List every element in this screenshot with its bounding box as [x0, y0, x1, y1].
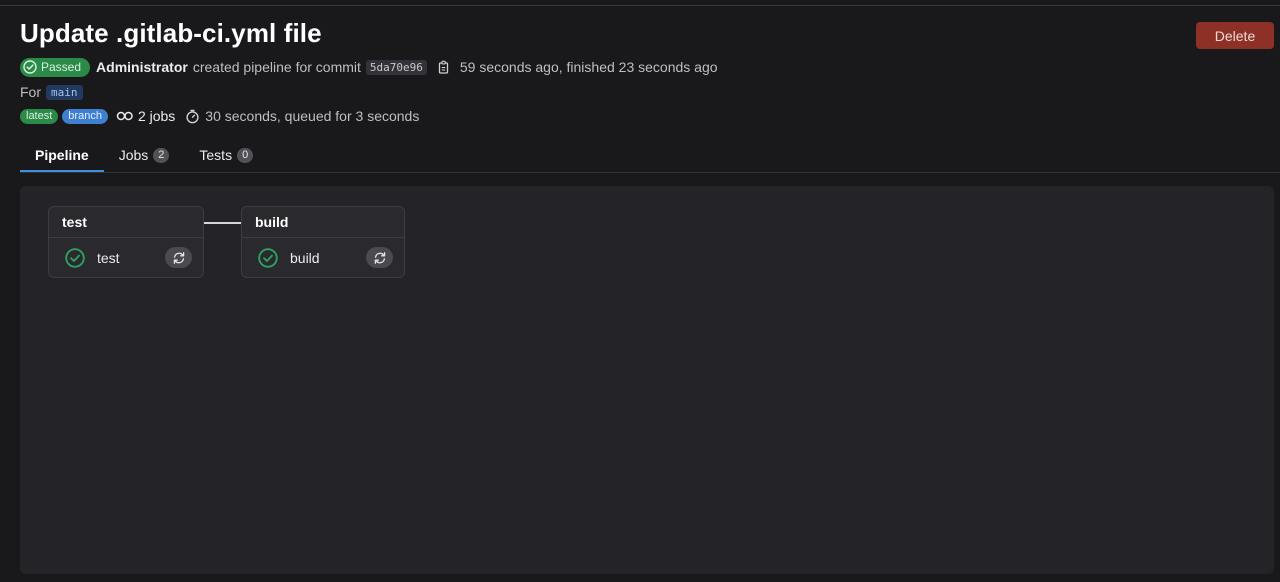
jobs-count-badge: 2 [153, 147, 170, 163]
pipeline-tabs: Pipeline Jobs 2 Tests 0 [20, 138, 268, 172]
status-label: Passed [41, 60, 82, 74]
tests-count-badge: 0 [237, 147, 254, 163]
ref-row: For main [20, 83, 83, 101]
stage-title: build [242, 207, 404, 238]
stage-connector [204, 222, 241, 224]
jobs-count: 2 jobs [116, 108, 175, 124]
stage-build: build build [241, 206, 405, 278]
job-build[interactable]: build [242, 238, 404, 277]
copy-icon[interactable] [437, 60, 451, 74]
status-badge[interactable]: Passed [20, 57, 91, 77]
tab-label: Pipeline [35, 147, 89, 163]
tab-label: Jobs [118, 147, 149, 163]
delete-button[interactable]: Delete [1196, 22, 1274, 49]
badges-row: latest branch 2 jobs 30 seconds, queued … [20, 107, 419, 125]
branch-badge: branch [62, 108, 108, 124]
page-title: Update .gitlab-ci.yml file [20, 18, 322, 48]
branch-ref[interactable]: main [46, 84, 83, 100]
job-name: test [97, 249, 120, 266]
pipeline-summary: Passed Administrator created pipeline fo… [20, 57, 718, 77]
timer-icon [186, 109, 199, 123]
success-icon [255, 247, 281, 268]
pipeline-jobs-icon [116, 111, 133, 121]
author-link[interactable]: Administrator [96, 59, 188, 75]
duration: 30 seconds, queued for 3 seconds [185, 108, 419, 124]
top-divider [0, 5, 1280, 6]
tab-tests[interactable]: Tests 0 [184, 138, 268, 172]
job-name: build [290, 249, 320, 266]
check-circle-icon [23, 60, 37, 74]
jobs-count-label: 2 jobs [137, 108, 176, 124]
for-label: For [20, 84, 41, 100]
retry-icon[interactable] [366, 247, 393, 268]
tabs-divider [20, 172, 1280, 173]
pipeline-graph: test test build build [20, 186, 1274, 574]
retry-icon[interactable] [165, 247, 192, 268]
tab-jobs[interactable]: Jobs 2 [104, 138, 185, 172]
commit-sha[interactable]: 5da70e96 [365, 59, 427, 75]
created-text: created pipeline for commit [192, 59, 361, 75]
tab-pipeline[interactable]: Pipeline [20, 138, 104, 172]
tab-label: Tests [199, 147, 233, 163]
stage-test: test test [48, 206, 204, 278]
success-icon [62, 247, 88, 268]
duration-text: 30 seconds, queued for 3 seconds [205, 108, 420, 124]
stage-title: test [49, 207, 203, 238]
time-text: 59 seconds ago, finished 23 seconds ago [459, 59, 718, 75]
latest-badge: latest [20, 108, 59, 124]
job-test[interactable]: test [49, 238, 203, 277]
